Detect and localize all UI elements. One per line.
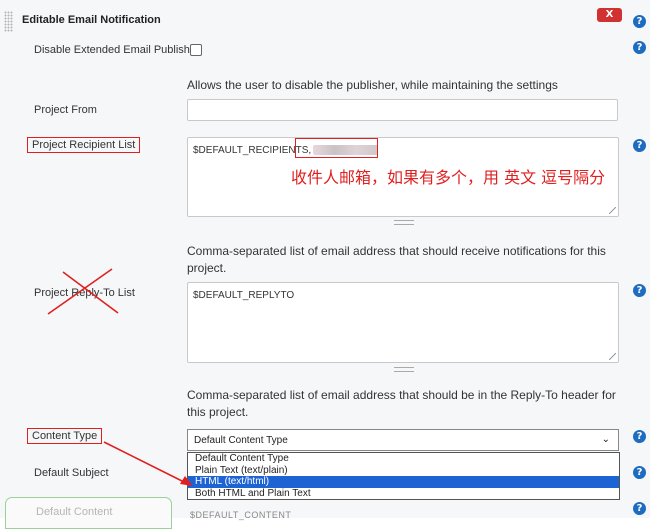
textarea-expand-handle[interactable] [187, 219, 619, 225]
close-button[interactable]: X [597, 8, 622, 22]
reply-to-label: Project Reply-To List [34, 287, 135, 299]
disable-publisher-description: Allows the user to disable the publisher… [187, 78, 558, 92]
reply-to-textarea[interactable]: $DEFAULT_REPLYTO [187, 282, 619, 363]
disable-publisher-label: Disable Extended Email Publisher [34, 44, 200, 56]
recipient-list-value: $DEFAULT_RECIPIENTS, [193, 145, 312, 156]
dropdown-option-highlighted[interactable]: HTML (text/html) [188, 476, 619, 488]
annotation-highlight-box [295, 138, 378, 158]
project-from-label: Project From [34, 104, 97, 116]
textarea-expand-handle[interactable] [187, 366, 619, 372]
help-icon[interactable]: ? [633, 41, 646, 54]
recipient-list-label: Project Recipient List [27, 137, 141, 153]
default-content-tab[interactable]: Default Content [5, 497, 172, 529]
help-icon[interactable]: ? [633, 466, 646, 479]
help-icon[interactable]: ? [633, 139, 646, 152]
help-icon[interactable]: ? [633, 502, 646, 515]
content-type-label: Content Type [27, 428, 103, 444]
content-type-selected: Default Content Type [194, 435, 288, 446]
email-notification-panel: Editable Email Notification X ? Disable … [0, 0, 650, 529]
disable-publisher-checkbox[interactable] [190, 44, 202, 56]
default-content-value: $DEFAULT_CONTENT [190, 510, 292, 520]
resize-grip-icon[interactable] [609, 207, 616, 214]
help-icon[interactable]: ? [633, 430, 646, 443]
content-type-select[interactable]: Default Content Type ⌄ [187, 429, 619, 451]
recipient-annotation: 收件人邮箱，如果有多个，用 英文 逗号隔分 [291, 168, 606, 187]
help-icon[interactable]: ? [633, 284, 646, 297]
chevron-down-icon: ⌄ [601, 434, 610, 445]
content-type-dropdown: Default Content Type Plain Text (text/pl… [187, 452, 620, 500]
drag-handle-icon[interactable] [4, 11, 13, 32]
dropdown-option[interactable]: Plain Text (text/plain) [188, 465, 619, 477]
dropdown-option[interactable]: Default Content Type [188, 453, 619, 465]
section-title: Editable Email Notification [22, 14, 161, 26]
resize-grip-icon[interactable] [609, 353, 616, 360]
recipient-list-description: Comma-separated list of email address th… [187, 244, 606, 275]
default-content-label: Default Content [36, 506, 113, 518]
default-subject-label: Default Subject [34, 467, 109, 479]
reply-to-value: $DEFAULT_REPLYTO [193, 290, 295, 301]
dropdown-option[interactable]: Both HTML and Plain Text [188, 488, 619, 500]
project-from-input[interactable] [187, 99, 618, 121]
reply-to-description: Comma-separated list of email address th… [187, 388, 616, 419]
help-icon[interactable]: ? [633, 15, 646, 28]
